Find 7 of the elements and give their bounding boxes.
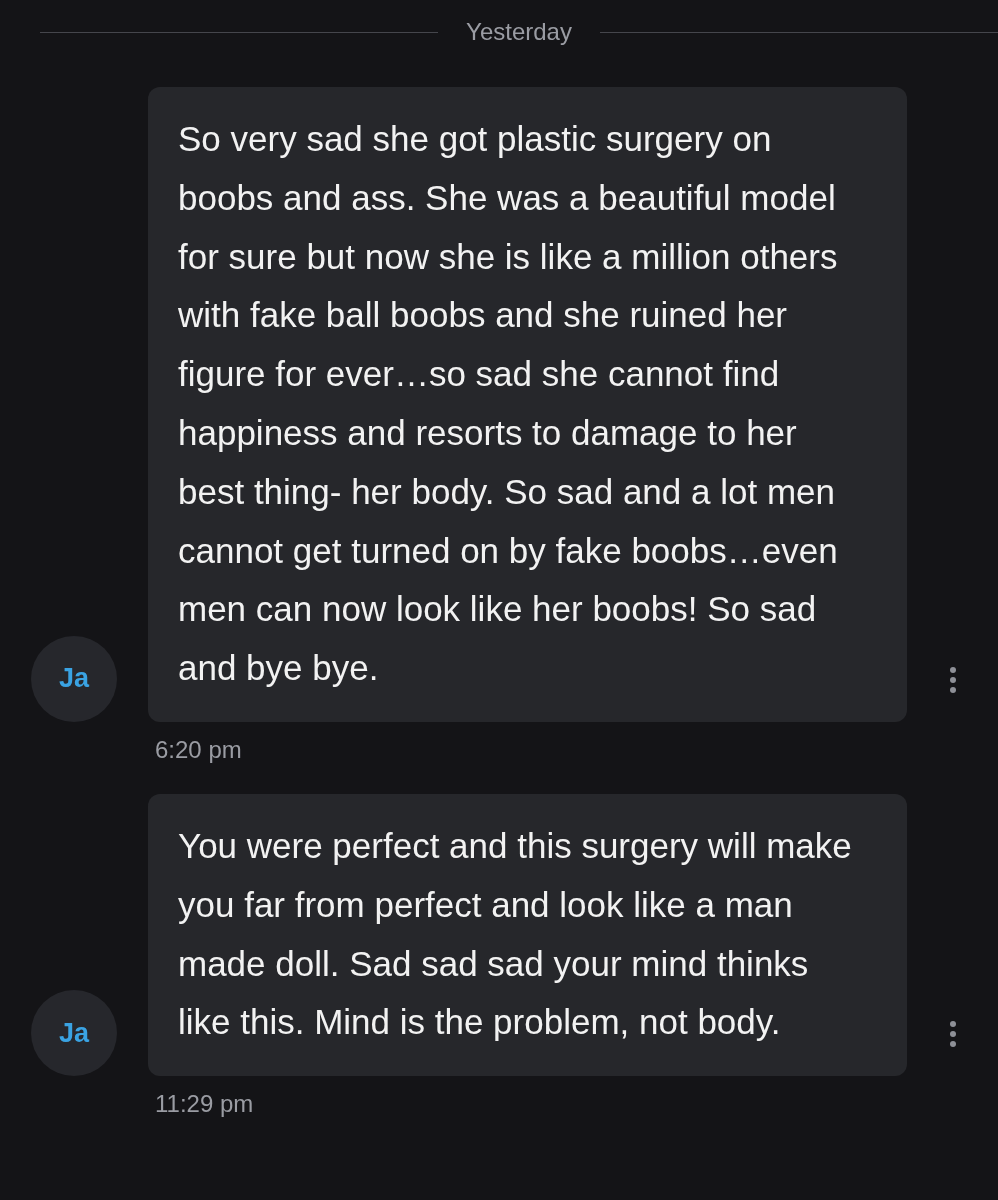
message-text: You were perfect and this surgery will make you far from perfect and look like a man made doll. Sad sad sad your mind thinks like this. Mind is the problem, not body. — [178, 824, 853, 1044]
avatar[interactable]: Ja — [31, 635, 117, 722]
message-time: 6:20 pm — [155, 735, 243, 764]
message-time: 11:29 pm — [155, 1090, 255, 1119]
avatar[interactable]: Ja — [31, 990, 117, 1077]
message-text: So very sad she got plastic surgery on boobs and ass. She was a beautiful model for sure but now she is like a million others with fake ball boobs and she ruined her figure for ever…so sad she cannot find happiness and resorts to damage to her best thing- her body. So sad and a lot men cannot get turned on by fake boobs…even men can now look like her boobs! So sad and bye bye. — [178, 118, 839, 690]
date-divider-label: Yesterday — [466, 18, 572, 46]
